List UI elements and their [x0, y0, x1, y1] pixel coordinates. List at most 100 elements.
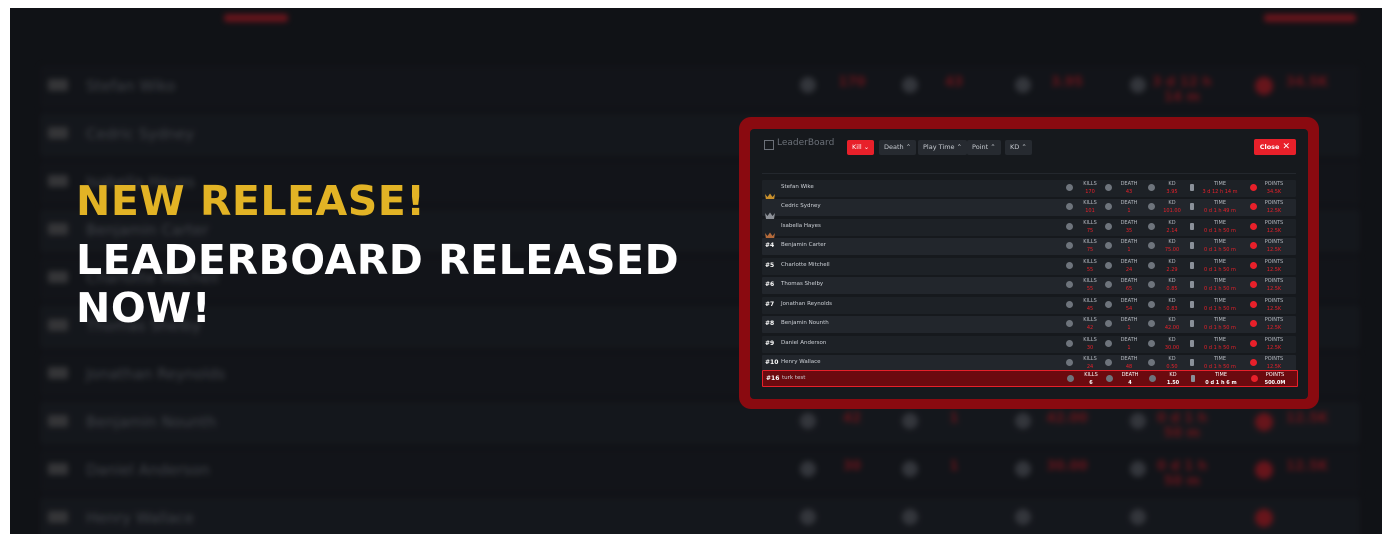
kills-stat: KILLS 42	[1072, 316, 1108, 332]
rank-label: #9	[765, 339, 775, 347]
kd-label: KD	[1168, 258, 1176, 265]
kills-label: KILLS	[1083, 317, 1097, 324]
death-label: DEATH	[1120, 258, 1138, 265]
kills-label: KILLS	[1083, 239, 1097, 246]
tab-kd[interactable]: KD ⌃	[1005, 140, 1032, 155]
kills-label: KILLS	[1083, 181, 1097, 187]
points-label: POINTS	[1264, 181, 1284, 187]
points-label: POINTS	[1264, 278, 1284, 285]
points-value: 12.5K	[1266, 325, 1282, 332]
tab-play-time[interactable]: Play Time ⌃	[918, 140, 968, 155]
death-stat: DEATH 1	[1111, 336, 1147, 352]
death-value: 65	[1125, 286, 1133, 293]
kd-label: KD	[1168, 200, 1176, 207]
time-stat: TIME 0 d 1 h 50 m	[1198, 258, 1242, 274]
player-name: Daniel Anderson	[781, 339, 827, 346]
rank-label: #4	[765, 242, 775, 250]
death-label: DEATH	[1120, 239, 1138, 246]
leaderboard-row[interactable]: #9 Daniel Anderson KILLS 30 DEATH 1 KD 30.00 TIM…	[762, 335, 1296, 353]
leaderboard-row[interactable]: #6 Thomas Shelby KILLS 55 DEATH 65 KD 0.85 TIME 0…	[762, 277, 1296, 295]
points-value: 34.5K	[1266, 189, 1282, 195]
death-label: DEATH	[1121, 372, 1139, 379]
leaderboard-row[interactable]: #5 Charlotte Mitchell KILLS 55 DEATH 24 KD 2.29…	[762, 257, 1296, 275]
leaderboard-row[interactable]: Isabella Hayes KILLS 75 DEATH 35 KD 2.14 TIME 0 …	[762, 218, 1296, 239]
kills-value: 75	[1086, 227, 1094, 234]
leaderboard-preview-frame: LeaderBoard Kill ⌄ Death ⌃ Play Time ⌃ P…	[739, 117, 1319, 409]
time-label: TIME	[1213, 258, 1226, 265]
player-name: Benjamin Carter	[781, 242, 826, 249]
leaderboard-row[interactable]: #10 Henry Wallace KILLS 24 DEATH 48 KD 0.50 TIME…	[762, 354, 1296, 372]
kills-value: 42	[1086, 325, 1094, 332]
leaderboard-row[interactable]: #4 Benjamin Carter KILLS 75 DEATH 1 KD 75.00 TIM…	[762, 238, 1296, 256]
time-label: TIME	[1213, 181, 1226, 187]
time-stat: TIME 0 d 1 h 49 m	[1198, 199, 1242, 215]
player-name: Isabella Hayes	[781, 222, 821, 229]
death-value: 1	[1127, 247, 1131, 254]
points-label: POINTS	[1264, 239, 1284, 246]
points-stat: POINTS 12.5K	[1256, 219, 1292, 235]
kd-value: 2.14	[1166, 227, 1178, 234]
kills-label: KILLS	[1083, 297, 1097, 304]
death-stat: DEATH 35	[1111, 219, 1147, 235]
rank-label: #6	[765, 281, 775, 289]
kills-stat: KILLS 45	[1072, 297, 1108, 313]
time-label: TIME	[1213, 297, 1226, 304]
crown-icon	[765, 224, 775, 239]
kd-label: KD	[1168, 278, 1176, 285]
death-stat: DEATH 54	[1111, 297, 1147, 313]
kills-value: 170	[1085, 189, 1095, 195]
points-value: 12.5K	[1266, 208, 1282, 215]
close-button[interactable]: Close ✕	[1253, 139, 1296, 155]
kills-stat: KILLS 24	[1072, 355, 1108, 371]
leaderboard-row[interactable]: #8 Benjamin Nounth KILLS 42 DEATH 1 KD 42.00 TIM…	[762, 316, 1296, 334]
death-value: 4	[1128, 380, 1132, 387]
clock-icon	[1190, 300, 1194, 308]
time-stat: TIME 3 d 12 h 14 m	[1198, 180, 1242, 196]
points-stat: POINTS 12.5K	[1256, 316, 1292, 332]
death-label: DEATH	[1120, 355, 1138, 362]
tab-kill[interactable]: Kill ⌄	[847, 140, 875, 155]
leaderboard-row[interactable]: Stefan Wike KILLS 170 DEATH 43 KD 3.95 TIME 3 d …	[762, 180, 1296, 200]
leaderboard-row[interactable]: #7 Jonathan Reynolds KILLS 45 DEATH 54 KD 0.83 T…	[762, 296, 1296, 314]
headline-new-release: NEW RELEASE!	[76, 177, 426, 225]
tab-death[interactable]: Death ⌃	[879, 140, 917, 155]
kills-label: KILLS	[1083, 355, 1097, 362]
clock-icon	[1190, 320, 1194, 328]
points-stat: POINTS 34.5K	[1256, 180, 1292, 196]
player-name: Benjamin Nounth	[781, 320, 829, 327]
leaderboard-modal: LeaderBoard Kill ⌄ Death ⌃ Play Time ⌃ P…	[750, 129, 1308, 399]
kd-value: 2.29	[1166, 266, 1178, 273]
kills-label: KILLS	[1084, 372, 1098, 379]
kills-stat: KILLS 75	[1072, 219, 1108, 235]
death-label: DEATH	[1120, 317, 1138, 324]
points-stat: POINTS 500.0M	[1257, 371, 1293, 387]
points-stat: POINTS 12.5K	[1256, 336, 1292, 352]
kd-value: 0.83	[1166, 305, 1178, 312]
tab-point[interactable]: Point ⌃	[967, 140, 1001, 155]
kd-stat: KD 2.14	[1154, 219, 1190, 235]
header-divider	[762, 173, 1296, 174]
time-stat: TIME 0 d 1 h 6 m	[1199, 371, 1243, 387]
time-value: 0 d 1 h 50 m	[1204, 325, 1236, 332]
kills-value: 6	[1089, 380, 1093, 387]
kd-stat: KD 101.00	[1154, 199, 1190, 215]
kills-stat: KILLS 170	[1072, 180, 1108, 196]
time-value: 0 d 1 h 50 m	[1204, 266, 1236, 273]
modal-title: LeaderBoard	[777, 138, 835, 148]
time-value: 0 d 1 h 6 m	[1205, 380, 1237, 387]
time-label: TIME	[1213, 278, 1226, 285]
death-value: 1	[1127, 325, 1131, 332]
death-label: DEATH	[1120, 336, 1138, 343]
kills-value: 55	[1086, 266, 1094, 273]
time-label: TIME	[1213, 219, 1226, 226]
time-label: TIME	[1214, 372, 1227, 379]
current-user-row[interactable]: #16 turk test KILLS 6 DEATH 4 KD 1.50 TIME 0 d 1 …	[762, 370, 1298, 388]
leaderboard-row[interactable]: Cedric Sydney KILLS 101 DEATH 1 KD 101.00 TIME 0…	[762, 199, 1296, 220]
time-stat: TIME 0 d 1 h 50 m	[1198, 355, 1242, 371]
kills-label: KILLS	[1083, 200, 1097, 207]
app-frame: Stefan Wiko 170 43 3.95 3 d 12 h 14 m 34.5K Ce…	[10, 8, 1382, 534]
death-label: DEATH	[1120, 181, 1138, 187]
death-stat: DEATH 1	[1111, 316, 1147, 332]
clock-icon	[1191, 375, 1195, 383]
time-value: 0 d 1 h 49 m	[1204, 208, 1236, 215]
